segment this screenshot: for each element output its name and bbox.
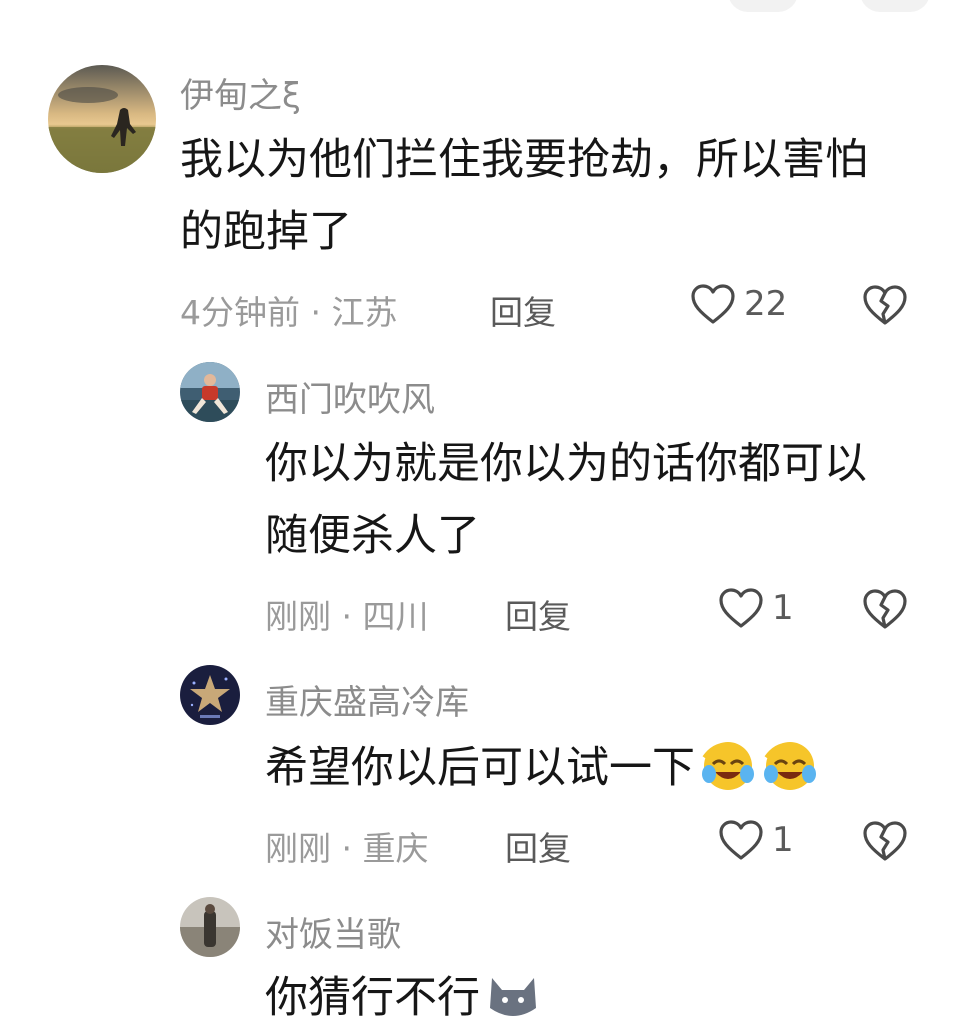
heart-outline-icon <box>690 283 736 325</box>
comment-text-line: 我以为他们拦住我要抢劫，所以害怕 <box>180 135 868 185</box>
avatar[interactable] <box>180 665 240 725</box>
username[interactable]: 重庆盛高冷库 <box>265 675 469 724</box>
heart-outline-icon <box>718 587 764 629</box>
broken-heart-icon <box>862 820 908 862</box>
avatar-sunset-field-image <box>48 65 156 173</box>
broken-heart-icon <box>862 284 908 326</box>
comment-time-location: 刚刚 · 四川 <box>265 597 429 636</box>
reply-button[interactable]: 回复 <box>490 286 556 334</box>
avatar-star-logo-image <box>180 665 240 725</box>
comment-text-line: 的跑掉了 <box>180 207 352 257</box>
avatar[interactable] <box>48 65 156 173</box>
comment-text: 你猜行不行 <box>265 973 480 1023</box>
reply-button[interactable]: 回复 <box>505 590 571 638</box>
username[interactable]: 西门吹吹风 <box>265 372 435 421</box>
avatar[interactable] <box>180 362 240 422</box>
reply-button[interactable]: 回复 <box>505 822 571 870</box>
top-partial-button-2[interactable] <box>860 0 930 12</box>
comment-text-line: 你以为就是你以为的话你都可以 <box>265 439 867 489</box>
avatar[interactable] <box>180 897 240 957</box>
like-count: 1 <box>772 588 794 628</box>
laughing-crying-emoji-icon <box>699 738 757 792</box>
laughing-crying-emoji-icon <box>761 738 819 792</box>
dislike-button[interactable] <box>862 284 908 326</box>
username[interactable]: 对饭当歌 <box>265 907 401 956</box>
cat-emoji-icon <box>484 968 542 1022</box>
top-partial-button-1[interactable] <box>728 0 798 12</box>
username[interactable]: 伊甸之ξ <box>180 68 301 117</box>
comment-time-location: 4分钟前 · 江苏 <box>180 293 398 332</box>
avatar-person-image <box>180 362 240 422</box>
like-button[interactable]: 1 <box>718 819 794 861</box>
broken-heart-icon <box>862 588 908 630</box>
comment-time-location: 刚刚 · 重庆 <box>265 829 429 868</box>
comment-text-line: 你猜行不行 <box>265 962 542 1034</box>
comment-text: 希望你以后可以试一下 <box>265 743 695 793</box>
dislike-button[interactable] <box>862 820 908 862</box>
heart-outline-icon <box>718 819 764 861</box>
like-count: 1 <box>772 820 794 860</box>
dislike-button[interactable] <box>862 588 908 630</box>
like-button[interactable]: 1 <box>718 587 794 629</box>
comment-text-line: 随便杀人了 <box>265 511 480 561</box>
like-count: 22 <box>744 284 788 324</box>
avatar-person-image <box>180 897 240 957</box>
like-button[interactable]: 22 <box>690 283 787 325</box>
comment-text-line: 希望你以后可以试一下 <box>265 732 819 804</box>
